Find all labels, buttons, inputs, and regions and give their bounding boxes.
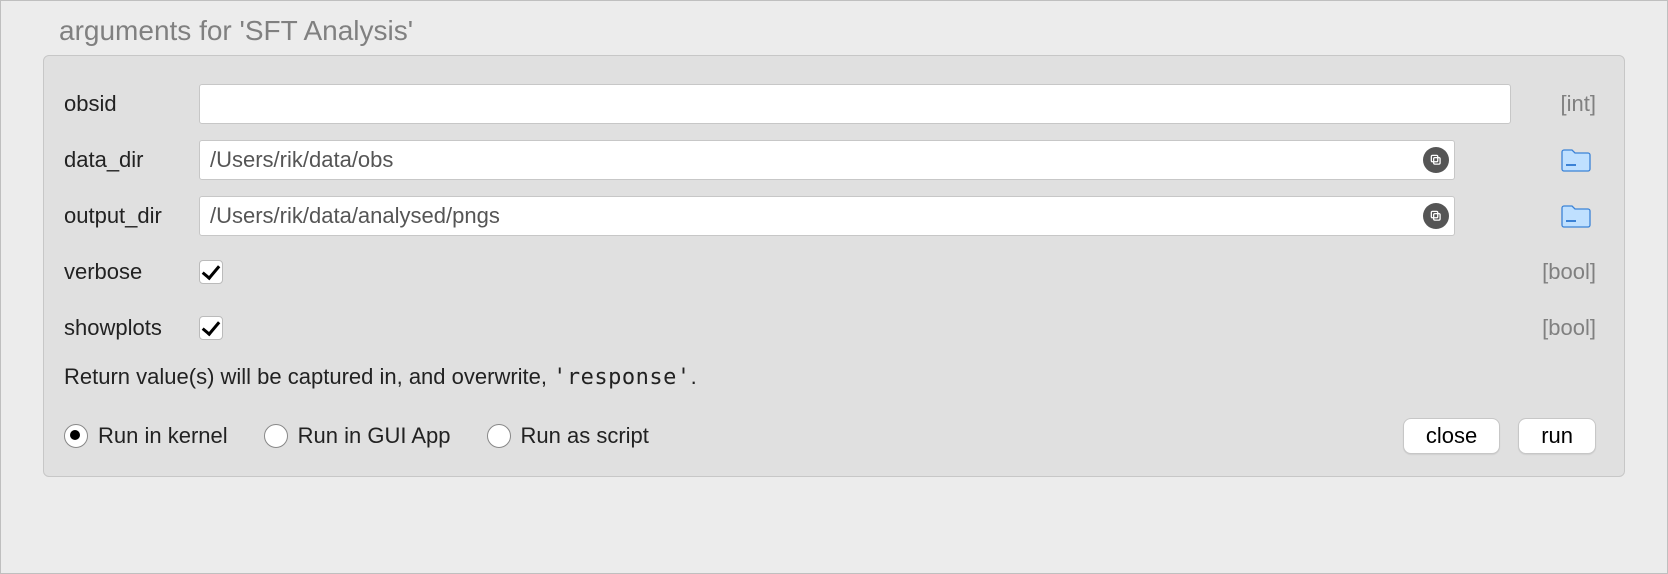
- checkbox-showplots[interactable]: [199, 316, 223, 340]
- row-output-dir: output_dir: [64, 196, 1596, 236]
- radio-input-gui[interactable]: [264, 424, 288, 448]
- type-hint-verbose: [bool]: [1521, 259, 1596, 285]
- label-data-dir: data_dir: [64, 147, 199, 173]
- label-output-dir: output_dir: [64, 203, 199, 229]
- type-hint-showplots: [bool]: [1521, 315, 1596, 341]
- bottom-bar: Run in kernel Run in GUI App Run as scri…: [64, 418, 1596, 454]
- label-verbose: verbose: [64, 259, 199, 285]
- input-output-dir[interactable]: [199, 196, 1455, 236]
- radio-label-kernel: Run in kernel: [98, 423, 228, 449]
- close-button[interactable]: close: [1403, 418, 1500, 454]
- input-obsid[interactable]: [199, 84, 1511, 124]
- note-text-suffix: .: [691, 364, 697, 389]
- radio-input-kernel[interactable]: [64, 424, 88, 448]
- row-showplots: showplots [bool]: [64, 308, 1596, 348]
- copy-icon[interactable]: [1423, 147, 1449, 173]
- row-obsid: obsid [int]: [64, 84, 1596, 124]
- radio-run-as-script[interactable]: Run as script: [487, 423, 649, 449]
- row-verbose: verbose [bool]: [64, 252, 1596, 292]
- arguments-panel: obsid [int] data_dir: [43, 55, 1625, 477]
- label-showplots: showplots: [64, 315, 199, 341]
- note-text-prefix: Return value(s) will be captured in, and…: [64, 364, 553, 389]
- radio-input-script[interactable]: [487, 424, 511, 448]
- note-variable: 'response': [553, 365, 690, 390]
- radio-run-in-gui-app[interactable]: Run in GUI App: [264, 423, 451, 449]
- label-obsid: obsid: [64, 91, 199, 117]
- folder-icon[interactable]: [1556, 147, 1596, 173]
- return-value-note: Return value(s) will be captured in, and…: [64, 364, 1596, 390]
- run-mode-group: Run in kernel Run in GUI App Run as scri…: [64, 423, 1403, 449]
- copy-icon[interactable]: [1423, 203, 1449, 229]
- folder-icon[interactable]: [1556, 203, 1596, 229]
- checkbox-verbose[interactable]: [199, 260, 223, 284]
- radio-label-gui: Run in GUI App: [298, 423, 451, 449]
- run-button[interactable]: run: [1518, 418, 1596, 454]
- radio-label-script: Run as script: [521, 423, 649, 449]
- dialog-arguments: arguments for 'SFT Analysis' obsid [int]…: [0, 0, 1668, 574]
- radio-run-in-kernel[interactable]: Run in kernel: [64, 423, 228, 449]
- dialog-title: arguments for 'SFT Analysis': [59, 15, 1625, 47]
- type-hint-obsid: [int]: [1521, 91, 1596, 117]
- input-data-dir[interactable]: [199, 140, 1455, 180]
- row-data-dir: data_dir: [64, 140, 1596, 180]
